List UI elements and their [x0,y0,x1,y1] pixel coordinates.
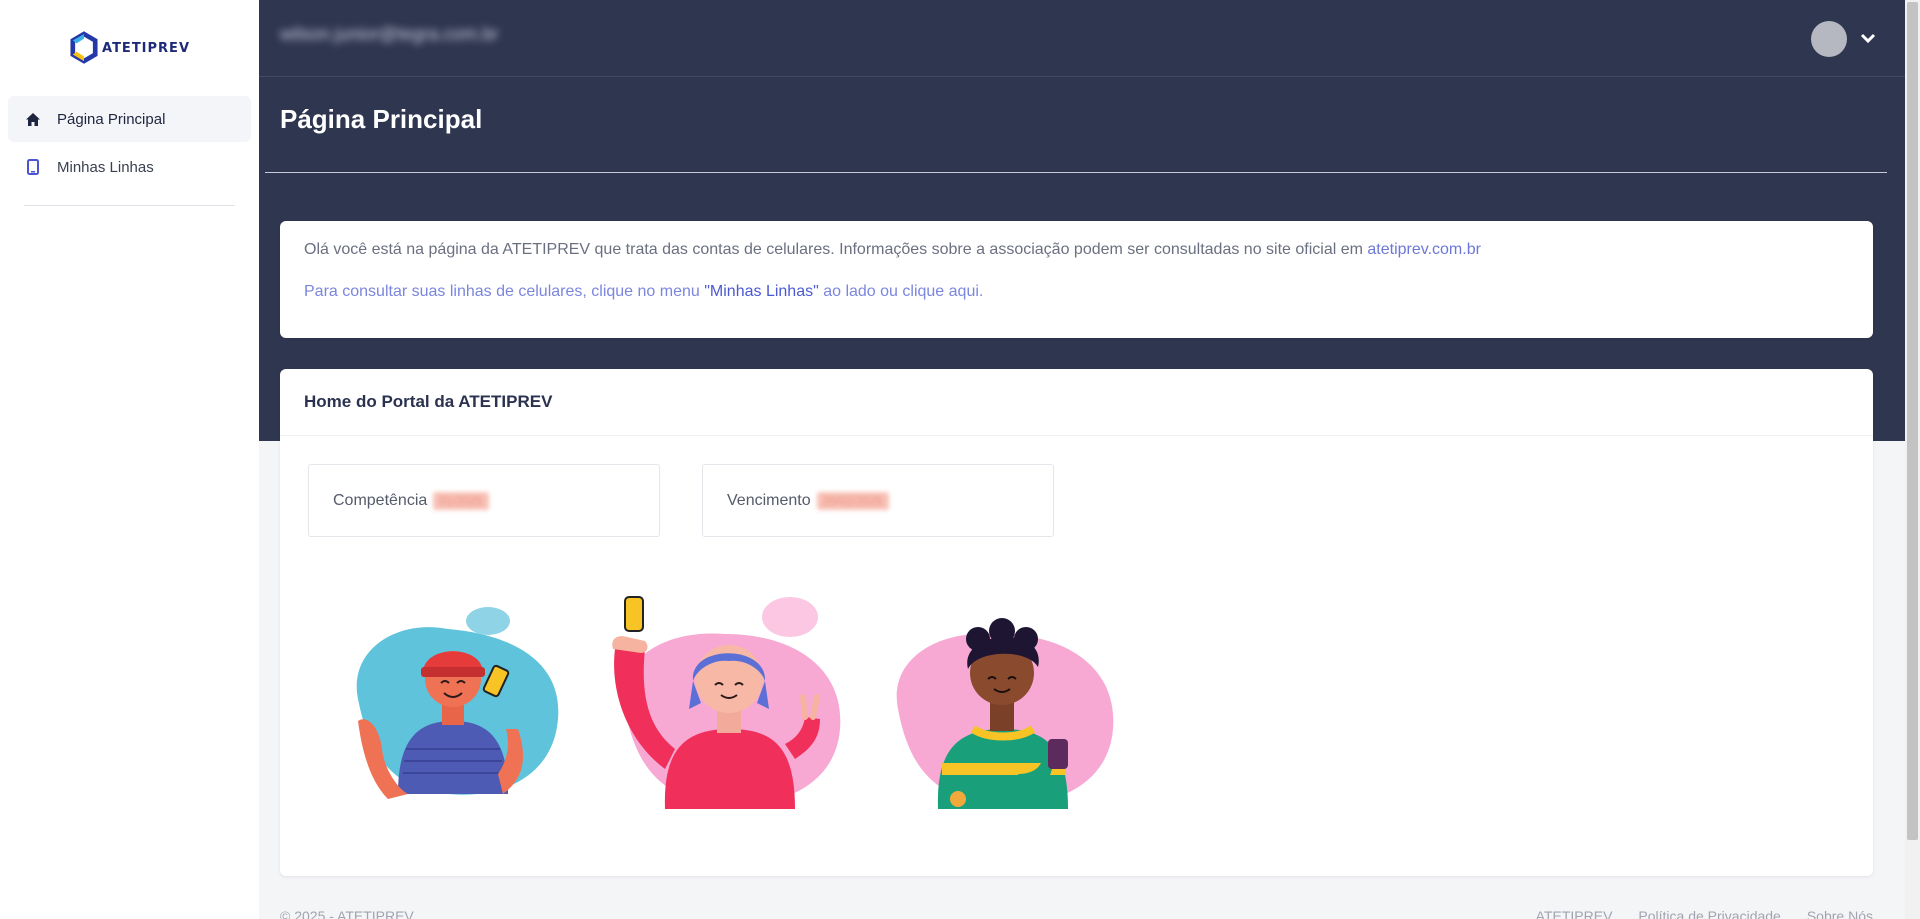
sidebar-item-pagina-principal[interactable]: Página Principal [8,96,251,142]
sidebar-item-label: Minhas Linhas [57,158,154,176]
illustration-boy-phone [896,618,1114,809]
vencimento-box: Vencimento 20/02/2025 [702,464,1054,537]
competencia-box: Competência 01/2025 [308,464,660,537]
scrollbar-thumb[interactable] [1907,2,1918,840]
footer-link-atetiprev[interactable]: ATETIPREV [1536,908,1613,919]
competencia-label: Competência [333,491,428,509]
topbar: wilson.junior@tegra.com.br [259,0,1905,77]
sidebar-item-label: Página Principal [57,110,166,128]
site-link[interactable]: atetiprev.com.br [1367,241,1481,258]
logo-hexagon-icon [70,31,98,64]
sidebar-nav: Página Principal Minhas Linhas [8,96,251,192]
hint-suffix: ao lado ou clique aqui. [818,283,984,300]
title-divider [265,172,1887,173]
logo-text: ATETIPREV [102,40,190,56]
footer-links: ATETIPREV Política de Privacidade Sobre … [1536,908,1873,919]
info-text-body: Olá você está na página da ATETIPREV que… [304,241,1368,258]
sidebar: ATETIPREV Página Principal Minhas Linhas [0,0,259,919]
info-text: Olá você está na página da ATETIPREV que… [304,241,1481,259]
hint-highlight: "Minhas Linhas" [704,283,819,300]
home-card-title: Home do Portal da ATETIPREV [280,369,1873,436]
page-title: Página Principal [280,104,483,134]
avatar[interactable] [1811,21,1847,57]
illustration-girl-waving [612,596,841,809]
info-card: Olá você está na página da ATETIPREV que… [280,221,1873,338]
logo[interactable]: ATETIPREV [70,28,190,68]
phone-icon [24,158,42,176]
footer-link-privacy[interactable]: Política de Privacidade [1638,908,1780,919]
sidebar-divider [24,205,235,206]
vencimento-value: 20/02/2025 [816,491,889,510]
vencimento-label: Vencimento [727,491,811,509]
footer: © 2025 - ATETIPREV ATETIPREV Política de… [280,906,1873,919]
footer-copyright: © 2025 - ATETIPREV [280,908,414,919]
competencia-value: 01/2025 [433,491,489,510]
sidebar-item-minhas-linhas[interactable]: Minhas Linhas [8,144,251,190]
home-card: Home do Portal da ATETIPREV Competência … [280,369,1873,876]
home-icon [24,110,42,128]
minhas-linhas-hint[interactable]: Para consultar suas linhas de celulares,… [304,283,983,301]
user-email: wilson.junior@tegra.com.br [280,24,499,44]
scrollbar[interactable] [1905,0,1920,919]
chevron-down-icon[interactable] [1858,28,1878,48]
footer-link-about[interactable]: Sobre Nós [1807,908,1873,919]
illustration-boy-beanie [356,607,559,799]
hint-prefix: Para consultar suas linhas de celulares,… [304,283,705,300]
